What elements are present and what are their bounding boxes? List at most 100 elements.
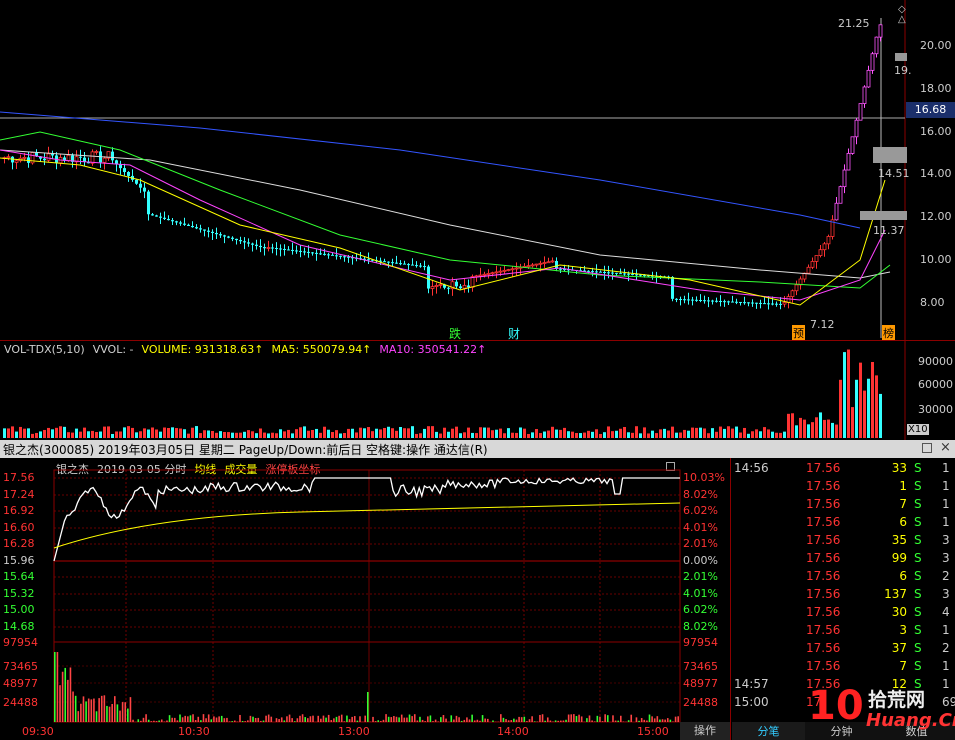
intraday-volume-bar <box>640 718 643 722</box>
volume-bar <box>463 432 466 438</box>
volume-bar <box>147 429 150 438</box>
volume-bar <box>635 426 638 438</box>
intraday-volume-bar <box>479 720 481 722</box>
tick-row[interactable]: 17.56 6 S 2 <box>732 569 955 587</box>
volume-bar <box>39 431 42 438</box>
tick-row[interactable]: 17.56 7 S 1 <box>732 659 955 677</box>
candle-body <box>171 220 174 222</box>
intraday-volume-bar <box>549 720 552 722</box>
candle-body <box>415 265 418 267</box>
intraday-percent-label: 0.00% <box>683 554 718 567</box>
tick-tab-0[interactable]: 分笔 <box>732 722 805 740</box>
intraday-volume-bar <box>403 717 406 722</box>
volume-bar <box>99 431 102 438</box>
candle-body <box>782 302 787 305</box>
intraday-price-label: 14.68 <box>3 620 35 633</box>
volume-bar <box>803 419 806 438</box>
candle-body <box>763 303 766 305</box>
intraday-volume-bar <box>546 717 549 722</box>
volume-bar <box>527 433 530 438</box>
intraday-volume-bar <box>111 703 113 722</box>
volume-bar <box>855 379 858 438</box>
tick-row[interactable]: 17.56 99 S 3 <box>732 551 955 569</box>
tick-row[interactable]: 17.56 7 S 1 <box>732 497 955 515</box>
candle-body <box>771 303 774 305</box>
volume-bar <box>399 427 402 438</box>
intraday-volume-bar <box>437 721 440 722</box>
volume-bar <box>611 431 614 438</box>
intraday-volume-bar <box>372 716 374 722</box>
close-icon[interactable]: × <box>940 440 951 455</box>
tick-side: S <box>914 605 922 619</box>
intraday-volume-bar <box>387 716 390 722</box>
candle-body <box>447 287 450 289</box>
candle-body <box>219 234 222 236</box>
candle-body <box>790 290 795 298</box>
candle-body <box>502 269 507 272</box>
intraday-price-label: 16.92 <box>3 504 35 517</box>
tick-row[interactable]: 14:56 17.56 33 S 1 <box>732 461 955 479</box>
tick-row[interactable]: 17.56 30 S 4 <box>732 605 955 623</box>
triangle-icon[interactable]: △ <box>898 14 906 25</box>
volume-bar <box>531 432 534 438</box>
volume-bar <box>395 430 398 438</box>
window-title-bar[interactable]: 银之杰(300085) 2019年03月05日 星期二 PageUp/Down:… <box>0 440 955 458</box>
tick-row[interactable]: 17.56 35 S 3 <box>732 533 955 551</box>
candle-body <box>675 298 678 300</box>
price-axis-label: 16.00 <box>920 125 952 138</box>
volume-bar <box>859 362 862 438</box>
candle-body <box>870 53 875 71</box>
intraday-volume-bar <box>312 715 314 722</box>
candle-body <box>299 250 302 252</box>
candle-body <box>207 230 210 232</box>
candle-body <box>167 218 170 221</box>
intraday-price-label: 17.24 <box>3 488 35 501</box>
candle-body <box>707 300 710 302</box>
volume-bar <box>631 432 634 438</box>
candle-body <box>255 244 258 246</box>
intraday-volume-bar <box>460 720 463 722</box>
volume-bar <box>739 432 742 438</box>
volume-chart[interactable] <box>0 341 955 440</box>
marker-yu[interactable]: 预 <box>792 325 805 341</box>
tick-row[interactable]: 17.56 137 S 3 <box>732 587 955 605</box>
tick-row[interactable]: 17.56 3 S 1 <box>732 623 955 641</box>
ops-button[interactable]: 操作 <box>680 722 730 740</box>
maximize-icon[interactable] <box>922 443 932 453</box>
intraday-volume-bar <box>233 720 236 722</box>
volume-bar <box>543 431 546 438</box>
candle-body <box>526 265 531 268</box>
volume-bar <box>55 427 58 438</box>
volume-bar <box>515 432 518 438</box>
tick-row[interactable]: 17.56 37 S 2 <box>732 641 955 659</box>
tick-row[interactable]: 17.56 6 S 1 <box>732 515 955 533</box>
volume-bar <box>307 430 310 438</box>
volume-bar <box>643 427 646 438</box>
intraday-chart[interactable] <box>0 458 730 740</box>
volume-bar <box>747 433 750 438</box>
intraday-volume-bar <box>390 717 393 722</box>
intraday-volume-bar <box>82 696 85 722</box>
intraday-volume-bar <box>612 715 614 722</box>
volume-bar <box>91 430 94 438</box>
tick-row[interactable]: 17.56 1 S 1 <box>732 479 955 497</box>
candle-body <box>874 36 879 55</box>
volume-bar <box>51 429 54 438</box>
marker-bang[interactable]: 榜 <box>882 325 895 341</box>
volume-bar <box>347 428 350 438</box>
volume-bar <box>211 430 214 438</box>
intraday-volume-label: 48977 <box>683 677 718 690</box>
volume-bar <box>799 417 802 438</box>
intraday-volume-bar <box>627 720 630 722</box>
kline-chart[interactable] <box>0 0 955 340</box>
volume-bar <box>575 433 578 438</box>
intraday-volume-bar <box>77 711 80 722</box>
annotation-1: 19. <box>894 64 912 77</box>
intraday-volume-bar <box>93 698 95 722</box>
volume-bar <box>271 432 274 438</box>
volume-bar <box>559 429 562 438</box>
candle-body <box>147 191 150 215</box>
volume-bar <box>823 419 826 438</box>
volume-bar <box>363 428 366 438</box>
volume-bar <box>467 427 470 438</box>
